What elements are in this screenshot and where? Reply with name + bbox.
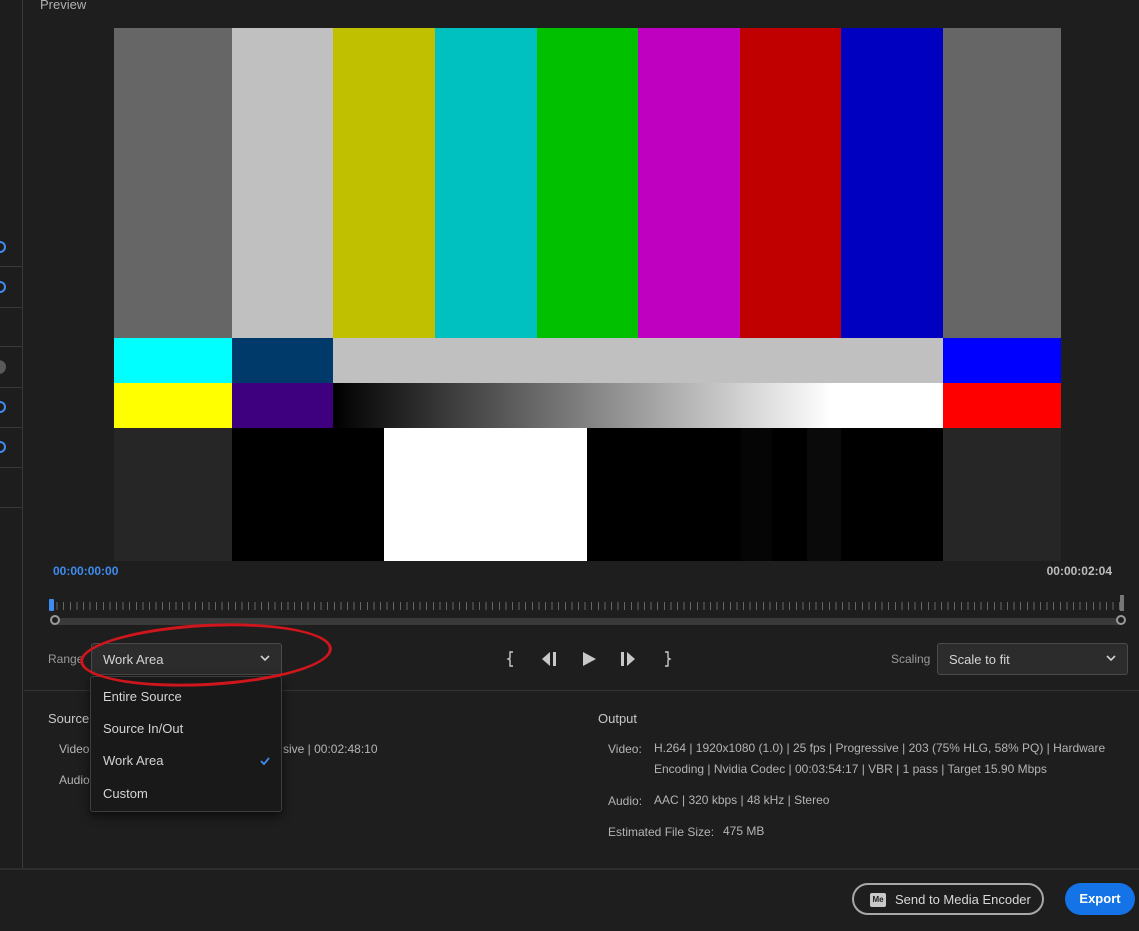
divider	[0, 427, 22, 428]
step-forward-icon	[621, 652, 635, 666]
bar-white-full	[831, 383, 943, 428]
timeline-ruler[interactable]	[49, 595, 1126, 612]
bar-yellow-full	[114, 383, 232, 428]
timecode-end: 00:00:02:04	[1046, 564, 1112, 578]
preview-monitor	[114, 28, 1061, 561]
bar-black	[587, 428, 741, 561]
range-option-entire-source[interactable]: Entire Source	[103, 689, 182, 704]
divider	[0, 307, 22, 308]
divider	[0, 467, 22, 468]
play-icon	[583, 652, 596, 666]
divider	[0, 387, 22, 388]
bar-dark-gray	[943, 428, 1061, 561]
radio-icon[interactable]	[0, 281, 6, 293]
range-option-work-area[interactable]: Work Area	[103, 753, 163, 768]
red-annotation-circle	[78, 617, 334, 693]
output-video-line1: H.264 | 1920x1080 (1.0) | 25 fps | Progr…	[654, 741, 1106, 755]
bar-red	[740, 28, 841, 338]
bar-cyan-full	[114, 338, 232, 383]
scaling-label: Scaling	[891, 652, 931, 666]
range-end-handle[interactable]	[1116, 615, 1126, 625]
radio-icon[interactable]	[0, 241, 6, 253]
range-dropdown-menu: Entire Source Source In/Out Work Area Cu…	[90, 676, 282, 812]
preview-title: Preview	[40, 0, 87, 12]
toggle-icon[interactable]	[0, 360, 6, 374]
output-size-label: Estimated File Size:	[608, 825, 715, 839]
bar-gray	[943, 28, 1061, 338]
gradient-ramp	[333, 383, 831, 428]
step-forward-button[interactable]	[617, 648, 639, 670]
bar-cyan	[435, 28, 537, 338]
checkmark-icon	[260, 757, 270, 766]
play-button[interactable]	[578, 648, 600, 670]
source-video-label: Video	[59, 742, 90, 756]
output-audio-value: AAC | 320 kbps | 48 kHz | Stereo	[654, 793, 830, 807]
divider	[0, 346, 22, 347]
bar-yellow	[333, 28, 435, 338]
pluge-bar	[772, 428, 807, 561]
mark-in-icon	[506, 651, 513, 667]
source-audio-label: Audio	[59, 773, 90, 787]
divider	[0, 266, 22, 267]
mark-out-button[interactable]	[659, 648, 675, 670]
output-audio-label: Audio:	[608, 794, 643, 808]
bar-navy	[232, 338, 333, 383]
bar-white	[232, 28, 333, 338]
send-to-media-encoder-label: Send to Media Encoder	[895, 892, 1031, 907]
left-panel-strip	[0, 0, 23, 868]
mark-out-icon	[665, 651, 672, 667]
range-option-source-in-out[interactable]: Source In/Out	[103, 721, 183, 736]
bar-light-gray	[333, 338, 943, 383]
radio-icon[interactable]	[0, 401, 6, 413]
timeline-ticks	[50, 602, 1126, 610]
bar-blue-full	[943, 338, 1061, 383]
send-to-media-encoder-button[interactable]: Me Send to Media Encoder	[852, 883, 1044, 915]
pluge-bar	[807, 428, 841, 561]
timecode-start: 00:00:00:00	[53, 564, 119, 578]
scaling-select[interactable]: Scale to fit	[937, 643, 1128, 675]
range-label: Range	[48, 652, 84, 666]
source-video-value: sive | 00:02:48:10	[283, 742, 378, 756]
range-option-custom[interactable]: Custom	[103, 786, 148, 801]
bar-gray	[114, 28, 232, 338]
mark-in-button[interactable]	[503, 648, 519, 670]
bar-white-block	[384, 428, 587, 561]
chevron-down-icon	[1106, 655, 1116, 662]
bar-magenta	[638, 28, 740, 338]
output-title: Output	[598, 711, 638, 726]
step-back-icon	[542, 652, 556, 666]
bar-blue	[841, 28, 943, 338]
radio-icon[interactable]	[0, 441, 6, 453]
media-encoder-icon: Me	[870, 893, 886, 907]
bar-purple	[232, 383, 333, 428]
timeline-end-marker	[1120, 595, 1124, 611]
bar-green	[537, 28, 638, 338]
export-button[interactable]: Export	[1065, 883, 1135, 915]
bar-dark-gray	[114, 428, 232, 561]
playhead[interactable]	[49, 599, 54, 611]
step-back-button[interactable]	[538, 648, 560, 670]
bar-black	[232, 428, 384, 561]
scaling-select-value: Scale to fit	[949, 652, 1010, 667]
bar-black	[841, 428, 943, 561]
output-video-label: Video:	[608, 742, 642, 756]
range-start-handle[interactable]	[50, 615, 60, 625]
bar-red-full	[943, 383, 1061, 428]
pluge-bar	[741, 428, 772, 561]
source-title: Source	[48, 711, 90, 726]
output-size-value: 475 MB	[723, 824, 765, 838]
divider	[0, 507, 22, 508]
output-video-line2: Encoding | Nvidia Codec | 00:03:54:17 | …	[654, 762, 1047, 776]
